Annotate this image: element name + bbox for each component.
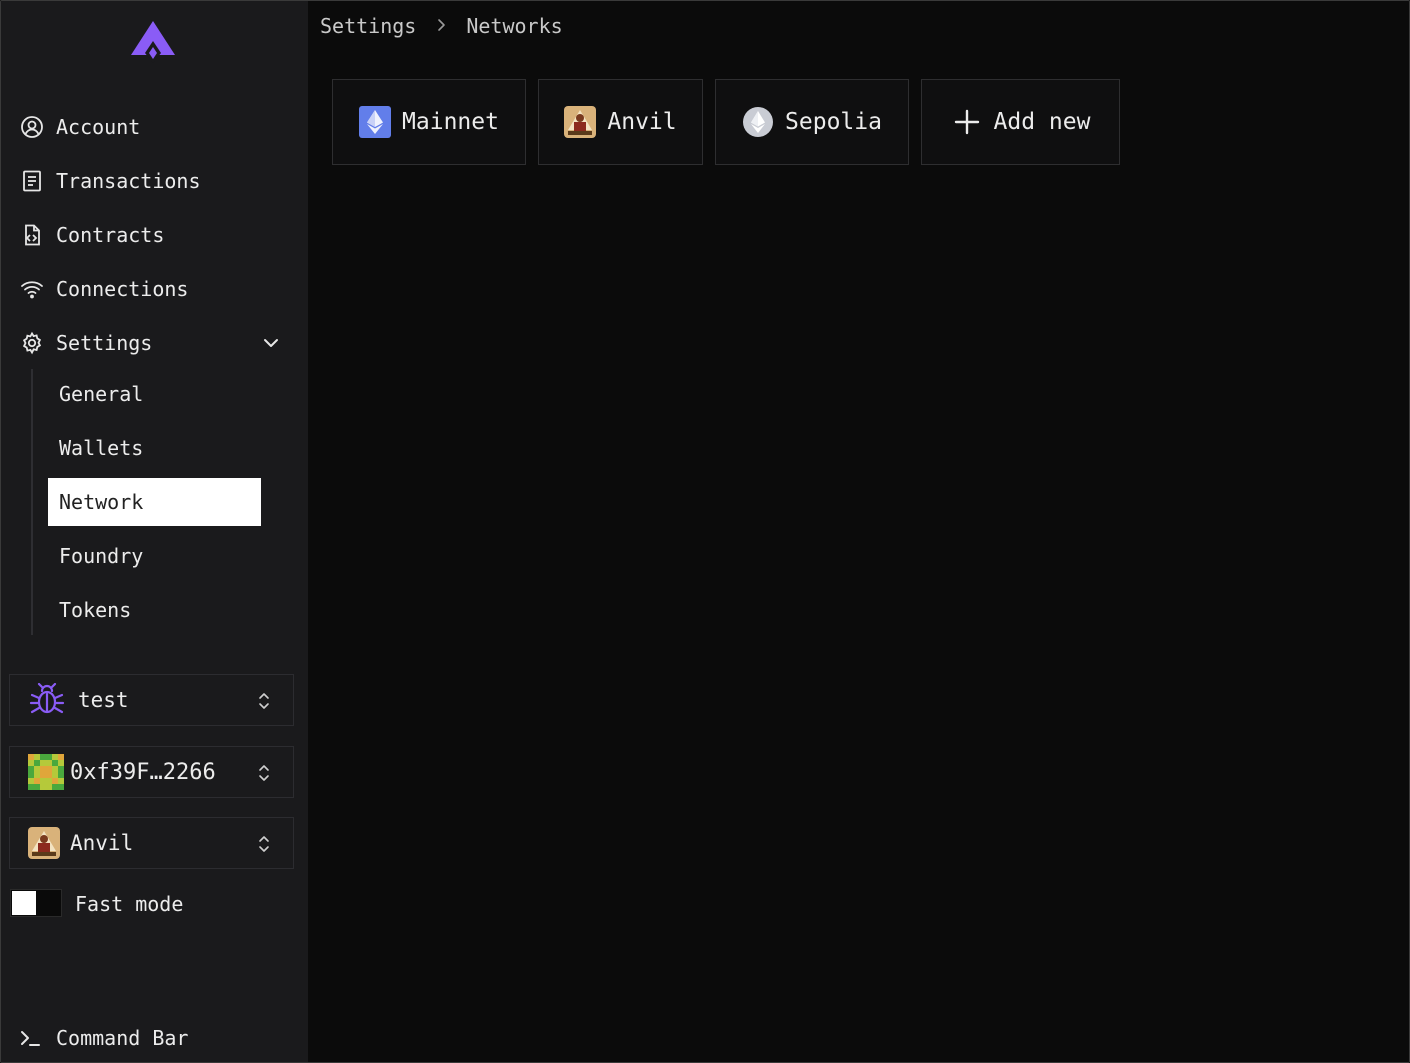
ethereum-blue-icon	[359, 106, 392, 138]
chevron-down-icon[interactable]	[261, 333, 281, 353]
sidebar: Account Transactions Contracts Connectio…	[1, 1, 308, 1062]
chevron-right-icon	[436, 16, 446, 37]
command-bar-label: Command Bar	[56, 1026, 189, 1050]
add-network-label: Add new	[993, 109, 1091, 135]
nav-item-account[interactable]: Account	[19, 109, 140, 145]
subitem-label: General	[59, 382, 144, 406]
nav-item-connections[interactable]: Connections	[19, 271, 188, 307]
command-bar-button[interactable]: Command Bar	[19, 1021, 188, 1055]
account-select-label: 0xf39F…2266	[70, 759, 216, 785]
network-card-mainnet[interactable]: Mainnet	[332, 79, 526, 165]
account-circle-icon	[19, 114, 45, 140]
nav-item-label: Contracts	[56, 223, 165, 247]
main-content: Settings Networks Mainnet Anvil Sepolia …	[308, 1, 1409, 1062]
nav-item-settings[interactable]: Settings	[19, 325, 152, 361]
nav-item-label: Settings	[56, 331, 153, 355]
network-card-label: Anvil	[607, 109, 677, 135]
subitem-label: Wallets	[59, 436, 144, 460]
subitem-label: Network	[59, 490, 144, 514]
anvil-network-icon	[28, 827, 60, 859]
nav-item-label: Connections	[56, 277, 189, 301]
fast-mode-toggle[interactable]	[10, 889, 62, 917]
network-card-anvil[interactable]: Anvil	[538, 79, 703, 165]
ethereum-gray-icon	[742, 106, 774, 138]
nav-item-contracts[interactable]: Contracts	[19, 217, 164, 253]
receipt-icon	[19, 168, 45, 194]
fast-mode-label: Fast mode	[75, 892, 184, 916]
code-file-icon	[19, 222, 45, 248]
nav-item-label: Account	[56, 115, 141, 139]
breadcrumb-item-settings[interactable]: Settings	[320, 14, 416, 38]
settings-submenu-rail	[31, 369, 33, 635]
network-card-sepolia[interactable]: Sepolia	[715, 79, 909, 165]
anvil-network-icon	[564, 106, 597, 138]
subitem-label: Foundry	[59, 544, 144, 568]
wallet-select-label: test	[78, 688, 129, 712]
breadcrumb-item-networks: Networks	[466, 14, 563, 38]
up-down-chevron-icon	[259, 693, 269, 709]
up-down-chevron-icon	[259, 765, 269, 781]
gear-icon	[19, 330, 45, 356]
account-select[interactable]: 0xf39F…2266	[9, 746, 294, 798]
toggle-knob	[12, 891, 36, 915]
network-card-label: Sepolia	[785, 109, 882, 135]
wifi-icon	[19, 276, 45, 302]
sidebar-subitem-network[interactable]: Network	[48, 478, 261, 526]
terminal-prompt-icon	[19, 1028, 45, 1048]
sidebar-subitem-foundry[interactable]: Foundry	[48, 532, 261, 580]
wallet-select[interactable]: test	[9, 674, 294, 726]
breadcrumb: Settings Networks	[320, 11, 563, 41]
sidebar-subitem-wallets[interactable]: Wallets	[48, 424, 261, 472]
up-down-chevron-icon	[259, 836, 269, 852]
network-select-label: Anvil	[70, 831, 134, 855]
network-card-label: Mainnet	[402, 109, 499, 135]
app-window: Account Transactions Contracts Connectio…	[0, 0, 1410, 1063]
sidebar-subitem-tokens[interactable]: Tokens	[48, 586, 261, 634]
bug-icon	[28, 682, 66, 718]
nav-item-label: Transactions	[56, 169, 201, 193]
sidebar-subitem-general[interactable]: General	[48, 370, 261, 418]
add-network-button[interactable]: Add new	[921, 79, 1120, 165]
app-logo-icon	[131, 21, 175, 63]
network-select[interactable]: Anvil	[9, 817, 294, 869]
plus-icon	[951, 106, 983, 138]
subitem-label: Tokens	[59, 598, 132, 622]
nav-item-transactions[interactable]: Transactions	[19, 163, 201, 199]
identicon-avatar	[28, 754, 64, 790]
